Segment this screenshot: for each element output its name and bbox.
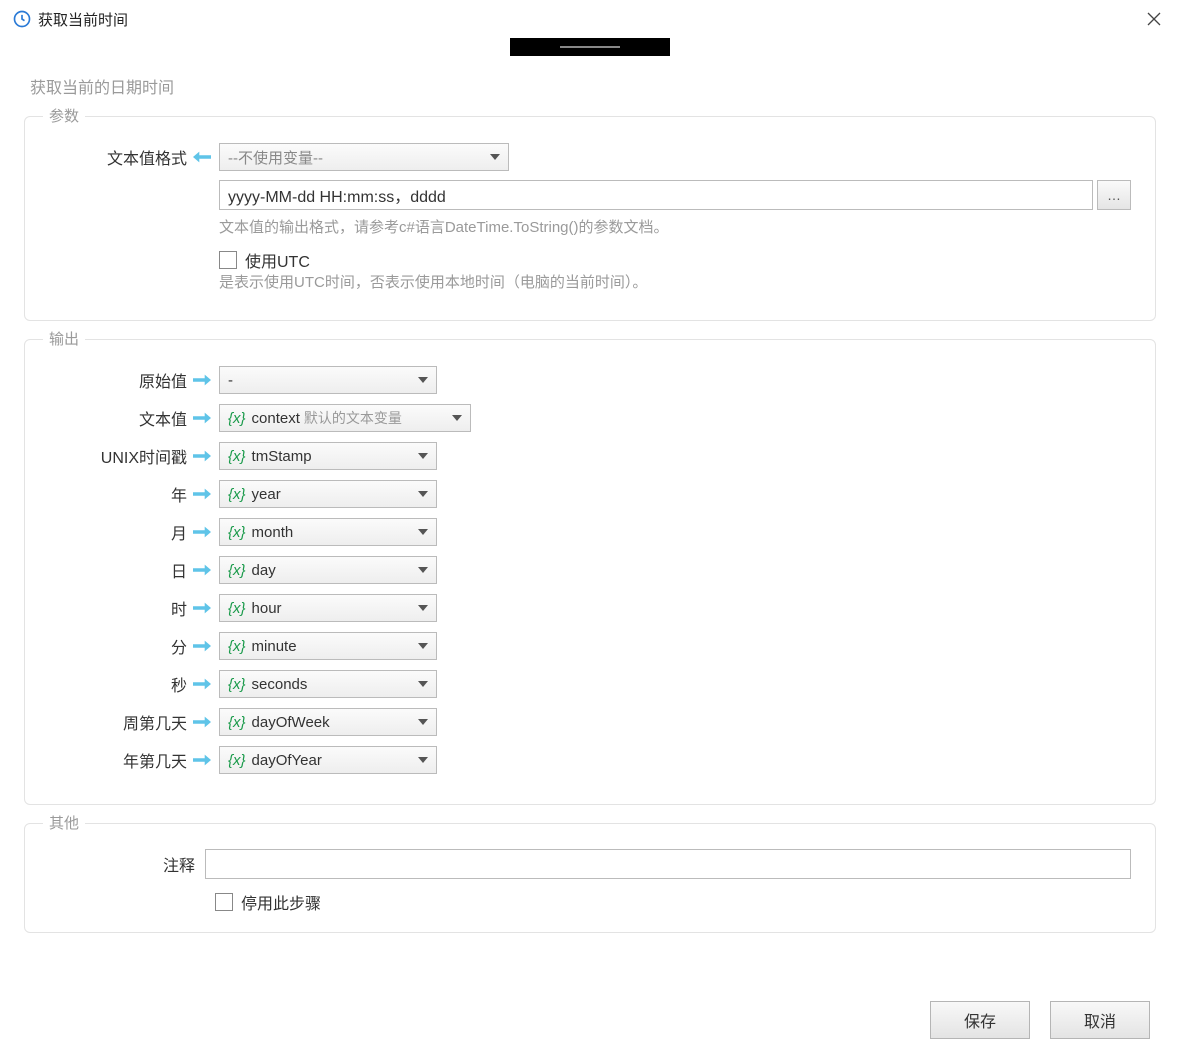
comment-input[interactable] (205, 849, 1131, 879)
output-var-dropdown[interactable]: {x} dayOfWeek (219, 708, 437, 736)
output-var-dropdown[interactable]: {x} hour (219, 594, 437, 622)
output-row: UNIX时间戳 {x} tmStamp (49, 440, 1131, 472)
params-panel: 参数 文本值格式 --不使用变量-- … 文本值的输出格式，请参考c#语言Dat… (24, 116, 1156, 321)
clock-icon (12, 9, 32, 29)
output-row: 时 {x} hour (49, 592, 1131, 624)
output-row: 周第几天 {x} dayOfWeek (49, 706, 1131, 738)
output-row: 月 {x} month (49, 516, 1131, 548)
var-x-icon: {x} (228, 714, 246, 731)
output-row-label: 日 (49, 558, 187, 582)
var-x-icon: {x} (228, 752, 246, 769)
output-panel: 输出 原始值-文本值{x}context默认的文本变量UNIX时间戳{x}tmS… (24, 339, 1156, 805)
output-row: 分 {x} minute (49, 630, 1131, 662)
arrow-right-icon (191, 411, 213, 425)
arrow-right-icon (191, 753, 213, 767)
output-row-label: 时 (49, 596, 187, 620)
output-var-name: - (228, 372, 233, 389)
var-x-icon: {x} (228, 676, 246, 693)
disable-step-checkbox[interactable] (215, 893, 233, 911)
output-var-dropdown[interactable]: {x} year (219, 480, 437, 508)
format-var-dropdown[interactable]: --不使用变量-- (219, 143, 509, 171)
cancel-button[interactable]: 取消 (1050, 1001, 1150, 1039)
output-var-name: day (252, 562, 276, 579)
output-var-dropdown[interactable]: {x} seconds (219, 670, 437, 698)
output-row-label: 分 (49, 634, 187, 658)
use-utc-label: 使用UTC (245, 248, 310, 272)
output-var-dropdown[interactable]: {x} month (219, 518, 437, 546)
var-x-icon: {x} (228, 486, 246, 503)
close-button[interactable] (1140, 5, 1168, 33)
arrow-right-icon (191, 677, 213, 691)
arrow-right-icon (191, 639, 213, 653)
save-button[interactable]: 保存 (930, 1001, 1030, 1039)
drag-handle[interactable] (510, 38, 670, 56)
output-var-name: hour (252, 600, 282, 617)
output-var-dropdown[interactable]: {x} dayOfYear (219, 746, 437, 774)
window-title: 获取当前时间 (38, 9, 128, 30)
var-x-icon: {x} (228, 410, 246, 427)
footer: 保存 取消 (930, 1001, 1150, 1039)
output-row-label: 原始值 (49, 368, 187, 392)
output-var-name: context (252, 410, 300, 427)
output-var-name: seconds (252, 676, 308, 693)
output-var-name: year (252, 486, 281, 503)
output-row: 年第几天 {x} dayOfYear (49, 744, 1131, 776)
output-var-hint: 默认的文本变量 (304, 408, 402, 428)
other-legend: 其他 (43, 812, 85, 833)
output-var-dropdown[interactable]: {x} context默认的文本变量 (219, 404, 471, 432)
output-var-dropdown[interactable]: - (219, 366, 437, 394)
arrow-right-icon (191, 715, 213, 729)
output-row: 秒 {x} seconds (49, 668, 1131, 700)
var-x-icon: {x} (228, 562, 246, 579)
output-var-name: dayOfWeek (252, 714, 330, 731)
format-help: 文本值的输出格式，请参考c#语言DateTime.ToString()的参数文档… (219, 217, 1131, 240)
var-x-icon: {x} (228, 448, 246, 465)
output-legend: 输出 (43, 328, 85, 349)
use-utc-help: 是表示使用UTC时间，否表示使用本地时间（电脑的当前时间）。 (219, 272, 1131, 295)
other-panel: 其他 注释 停用此步骤 (24, 823, 1156, 933)
comment-label: 注释 (49, 852, 205, 876)
arrow-right-icon (191, 487, 213, 501)
arrow-right-icon (191, 373, 213, 387)
window-subtitle: 获取当前的日期时间 (30, 74, 1180, 98)
output-var-dropdown[interactable]: {x} minute (219, 632, 437, 660)
output-var-name: dayOfYear (252, 752, 322, 769)
use-utc-checkbox[interactable] (219, 251, 237, 269)
titlebar: 获取当前时间 (0, 0, 1180, 38)
disable-step-label: 停用此步骤 (241, 890, 321, 914)
format-more-button[interactable]: … (1097, 180, 1131, 210)
var-x-icon: {x} (228, 600, 246, 617)
output-row-label: 文本值 (49, 406, 187, 430)
var-x-icon: {x} (228, 638, 246, 655)
output-var-name: tmStamp (252, 448, 312, 465)
output-row-label: 周第几天 (49, 710, 187, 734)
arrow-left-icon (191, 150, 213, 164)
output-row: 日 {x} day (49, 554, 1131, 586)
output-row-label: 年 (49, 482, 187, 506)
output-var-dropdown[interactable]: {x} day (219, 556, 437, 584)
output-row-label: 年第几天 (49, 748, 187, 772)
output-var-name: minute (252, 638, 297, 655)
output-row: 原始值 - (49, 364, 1131, 396)
output-row: 文本值 {x} context默认的文本变量 (49, 402, 1131, 434)
var-x-icon: {x} (228, 524, 246, 541)
params-legend: 参数 (43, 105, 85, 126)
format-input[interactable] (219, 180, 1093, 210)
arrow-right-icon (191, 563, 213, 577)
output-row: 年 {x} year (49, 478, 1131, 510)
arrow-right-icon (191, 601, 213, 615)
output-row-label: 秒 (49, 672, 187, 696)
output-row-label: 月 (49, 520, 187, 544)
output-var-dropdown[interactable]: {x} tmStamp (219, 442, 437, 470)
output-var-name: month (252, 524, 294, 541)
format-label: 文本值格式 (49, 145, 187, 169)
format-var-dropdown-text: --不使用变量-- (228, 147, 323, 168)
arrow-right-icon (191, 449, 213, 463)
arrow-right-icon (191, 525, 213, 539)
output-row-label: UNIX时间戳 (49, 444, 187, 468)
